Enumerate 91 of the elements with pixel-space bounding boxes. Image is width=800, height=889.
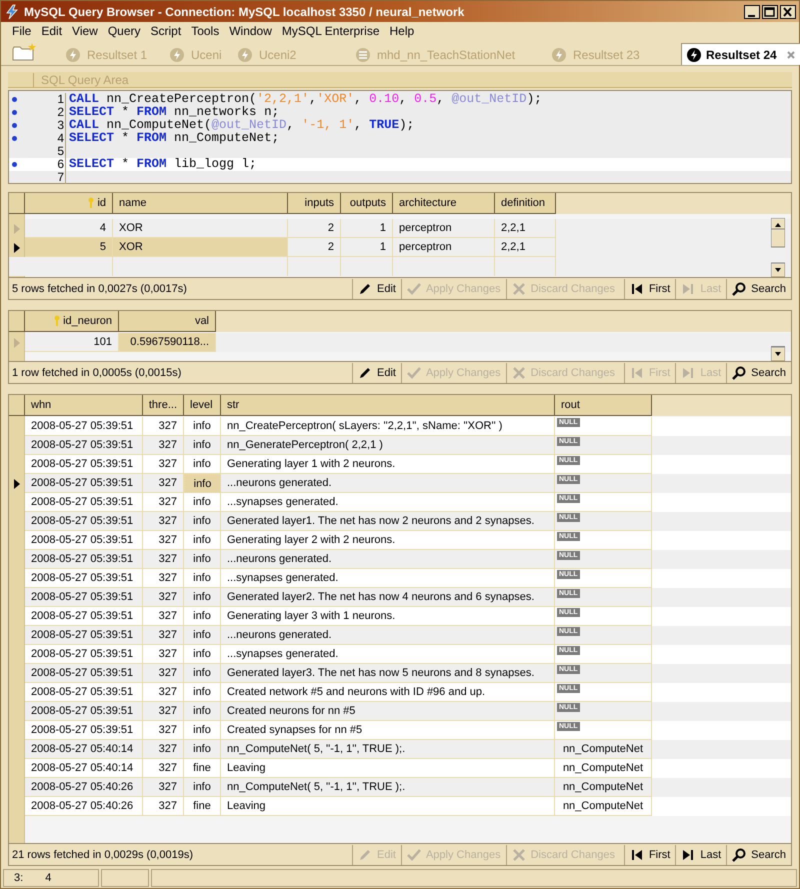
cross-icon xyxy=(510,364,527,381)
toolbar-button[interactable]: Edit xyxy=(352,278,401,299)
toolbar-button[interactable]: Search xyxy=(726,844,791,865)
menu-item[interactable]: Window xyxy=(224,22,277,40)
status-panel xyxy=(101,869,149,888)
menu-item[interactable]: Tools xyxy=(186,22,224,40)
table-cell[interactable]: nn_ComputeNet xyxy=(555,797,652,816)
code-line: SELECT * FROM nn_networks n; xyxy=(68,106,280,120)
code-line: CALL nn_ComputeNet(@out_NetID, '-1, 1', TRUE); xyxy=(68,119,414,132)
status-text: 21 rows fetched in 0,0029s (0,0019s) xyxy=(11,848,194,863)
column-header[interactable]: outputs xyxy=(341,193,393,214)
lightning-icon xyxy=(686,46,702,63)
line-number: 4 xyxy=(57,132,64,146)
status-text: 5 rows fetched in 0,0027s (0,0017s) xyxy=(11,282,188,297)
line-number: 5 xyxy=(57,145,64,158)
column-header[interactable]: str xyxy=(221,395,555,416)
menu-item[interactable]: View xyxy=(67,22,103,40)
lightning-icon xyxy=(169,47,185,64)
cursor-line: 3: xyxy=(14,870,24,886)
check-icon xyxy=(406,846,422,863)
key-icon xyxy=(88,197,94,210)
search-icon xyxy=(731,364,748,381)
column-header[interactable]: id xyxy=(25,193,113,214)
row-pointer-icon xyxy=(14,224,20,234)
column-header[interactable]: level xyxy=(184,395,221,416)
list-icon xyxy=(355,47,371,64)
cursor-column: 4 xyxy=(45,870,52,886)
new-tab-icon[interactable] xyxy=(11,42,37,62)
row-pointer-icon xyxy=(14,478,20,489)
maximize-button[interactable] xyxy=(762,4,778,19)
search-icon xyxy=(731,846,748,863)
lightning-icon xyxy=(237,47,253,64)
check-icon xyxy=(406,280,422,297)
table-cell[interactable]: fine xyxy=(184,797,221,816)
column-header[interactable]: id_neuron xyxy=(25,311,119,332)
code-line: SELECT * FROM lib_logg l; xyxy=(68,158,257,172)
menu-item[interactable]: Help xyxy=(384,22,420,40)
row-pointer-icon xyxy=(14,338,20,348)
table-cell[interactable]: 327 xyxy=(143,797,184,816)
column-header[interactable]: name xyxy=(113,193,288,214)
table-cell[interactable]: Leaving xyxy=(221,797,555,816)
menu-item[interactable]: File xyxy=(7,22,36,40)
lightning-icon xyxy=(4,4,20,20)
minimize-button[interactable] xyxy=(744,4,760,19)
column-header[interactable]: thre... xyxy=(143,395,184,416)
column-header[interactable]: definition xyxy=(495,193,556,214)
column-header[interactable]: rout xyxy=(555,395,652,416)
toolbar-button[interactable]: Search xyxy=(726,362,791,383)
code-line: CALL nn_CreatePerceptron('2,2,1','XOR', 0.10, 0.5, @out_NetID); xyxy=(68,93,542,106)
sql-editor[interactable] xyxy=(8,90,792,184)
window-title: MySQL Query Browser - Connection: MySQL localhost 3350 / neural_network xyxy=(24,4,466,21)
line-number: 6 xyxy=(57,158,64,172)
menu-item[interactable]: MySQL Enterprise xyxy=(276,22,384,40)
key-icon xyxy=(54,315,60,328)
toolbar-button[interactable]: Search xyxy=(726,278,791,299)
toolbar-button[interactable]: Edit xyxy=(352,362,401,383)
column-header[interactable]: val xyxy=(119,311,216,332)
menu-item[interactable]: Query xyxy=(102,22,146,40)
table-cell[interactable]: 0.5967590118... xyxy=(119,333,216,352)
cross-icon xyxy=(510,280,527,297)
menu-item[interactable]: Edit xyxy=(36,22,68,40)
lightning-icon xyxy=(551,47,567,64)
row-header[interactable] xyxy=(9,238,25,258)
table-cell[interactable]: XOR xyxy=(113,238,288,258)
check-icon xyxy=(406,364,422,381)
line-number: 1 xyxy=(57,93,64,106)
table-cell[interactable]: 5 xyxy=(25,238,113,258)
tab[interactable]: Resultset 24 xyxy=(681,43,800,66)
close-icon[interactable] xyxy=(784,48,797,61)
line-number: 7 xyxy=(57,171,64,184)
table-cell[interactable]: info xyxy=(184,474,221,494)
code-line: SELECT * FROM nn_ComputeNet; xyxy=(68,132,280,146)
toolbar-button[interactable]: First xyxy=(624,278,676,299)
column-header[interactable]: whn xyxy=(25,395,143,416)
line-number: 3 xyxy=(57,119,64,132)
cross-icon xyxy=(510,846,527,863)
status-text: 1 row fetched in 0,0005s (0,0015s) xyxy=(11,366,182,381)
close-button[interactable] xyxy=(780,4,796,19)
scrollbar[interactable] xyxy=(771,346,785,362)
menu-item[interactable]: Script xyxy=(146,22,186,40)
toolbar-button[interactable]: First xyxy=(624,844,676,865)
row-pointer-icon xyxy=(14,242,20,253)
column-header[interactable]: inputs xyxy=(288,193,341,214)
line-number: 2 xyxy=(57,106,64,120)
column-header[interactable]: architecture xyxy=(393,193,495,214)
panel-label: SQL Query Area xyxy=(33,72,129,87)
lightning-icon xyxy=(65,47,81,64)
table-cell[interactable]: 2008-05-27 05:40:26 xyxy=(25,797,143,816)
search-icon xyxy=(731,280,748,297)
toolbar-button[interactable]: Last xyxy=(675,844,726,865)
scrollbar[interactable] xyxy=(771,218,785,278)
